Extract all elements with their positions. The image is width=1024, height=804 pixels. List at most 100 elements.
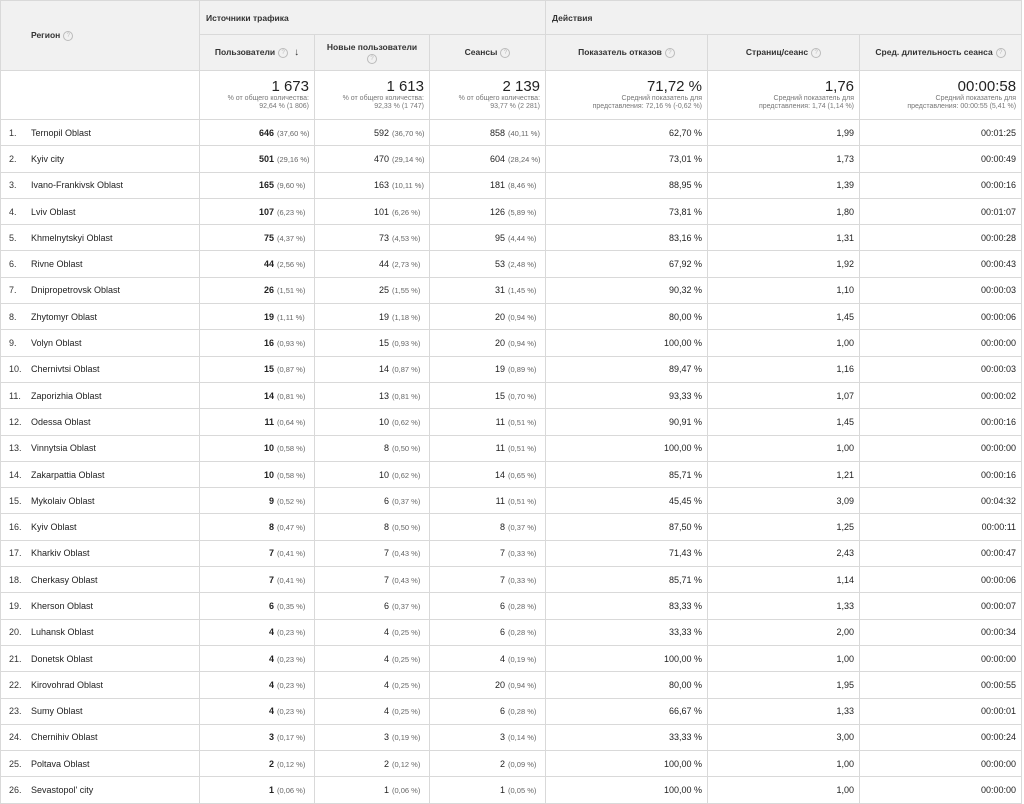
region-link[interactable]: Donetsk Oblast (31, 654, 93, 664)
table-row: 16. Kyiv Oblast 8 (0,47 %) 8 (0,50 %) 8 (0,3… (0, 513, 1023, 541)
region-link[interactable]: Kharkiv Oblast (31, 548, 90, 558)
bounce-rate-cell: 89,47 % (545, 355, 709, 383)
bounce-rate-column-header[interactable]: Показатель отказов? (545, 34, 709, 71)
region-cell[interactable]: 11. Zaporizhia Oblast (0, 381, 200, 410)
help-icon[interactable]: ? (664, 47, 675, 58)
region-link[interactable]: Poltava Oblast (31, 759, 90, 769)
users-cell: 44 (2,56 %) (199, 250, 315, 278)
region-cell[interactable]: 15. Mykolaiv Oblast (0, 487, 200, 515)
users-cell: 7 (0,41 %) (199, 539, 315, 568)
total-bounce-rate: 71,72 % Средний показатель для представлен… (545, 70, 709, 120)
users-cell: 646 (37,60 %) (199, 118, 315, 147)
pages-per-session-column-header[interactable]: Страниц/сеанс? (707, 34, 861, 71)
pages-per-session-cell: 1,14 (707, 566, 861, 594)
sessions-cell: 604 (28,24 %) (428, 145, 547, 173)
help-icon[interactable]: ? (500, 47, 511, 58)
region-link[interactable]: Chernihiv Oblast (31, 732, 98, 742)
region-link[interactable]: Sumy Oblast (31, 706, 83, 716)
region-link[interactable]: Kirovohrad Oblast (31, 680, 103, 690)
region-link[interactable]: Kherson Oblast (31, 601, 93, 611)
table-row: 2. Kyiv city 501 (29,16 %) 470 (29,14 %) 60… (0, 145, 1023, 173)
new-users-column-header[interactable]: Новые пользователи? (314, 34, 430, 71)
users-cell: 9 (0,52 %) (199, 487, 315, 515)
region-cell[interactable]: 18. Cherkasy Oblast (0, 566, 200, 594)
region-cell[interactable]: 23. Sumy Oblast (0, 697, 200, 725)
region-cell[interactable]: 9. Volyn Oblast (0, 329, 200, 357)
region-link[interactable]: Vinnytsia Oblast (31, 443, 96, 453)
region-cell[interactable]: 21. Donetsk Oblast (0, 644, 200, 673)
region-cell[interactable]: 4. Lviv Oblast (0, 197, 200, 226)
avg-duration-cell: 00:00:00 (859, 776, 1023, 804)
region-cell[interactable]: 1. Ternopil Oblast (0, 118, 200, 147)
help-icon[interactable]: ? (367, 53, 377, 64)
help-icon[interactable]: ? (811, 47, 822, 58)
sessions-cell: 6 (0,28 %) (428, 592, 547, 620)
new-users-cell: 10 (0,62 %) (314, 460, 430, 489)
pages-per-session-cell: 3,09 (707, 487, 861, 515)
region-link[interactable]: Luhansk Oblast (31, 627, 94, 637)
avg-duration-cell: 00:00:34 (859, 618, 1023, 646)
sessions-cell: 858 (40,11 %) (428, 118, 547, 147)
region-link[interactable]: Chernivtsi Oblast (31, 364, 100, 374)
region-cell[interactable]: 3. Ivano-Frankivsk Oblast (0, 171, 200, 199)
region-cell[interactable]: 22. Kirovohrad Oblast (0, 671, 200, 699)
region-link[interactable]: Cherkasy Oblast (31, 575, 98, 585)
region-cell[interactable]: 26. Sevastopol' city (0, 776, 200, 804)
region-cell[interactable]: 5. Khmelnytskyi Oblast (0, 224, 200, 252)
region-link[interactable]: Zhytomyr Oblast (31, 312, 97, 322)
region-cell[interactable]: 12. Odessa Oblast (0, 408, 200, 436)
region-link[interactable]: Zaporizhia Oblast (31, 391, 102, 401)
new-users-cell: 592 (36,70 %) (314, 118, 430, 147)
new-users-cell: 6 (0,37 %) (314, 592, 430, 620)
region-link[interactable]: Volyn Oblast (31, 338, 82, 348)
table-row: 6. Rivne Oblast 44 (2,56 %) 44 (2,73 %) 53(… (0, 250, 1023, 278)
avg-duration-cell: 00:00:03 (859, 355, 1023, 383)
region-link[interactable]: Ivano-Frankivsk Oblast (31, 180, 123, 190)
region-cell[interactable]: 16. Kyiv Oblast (0, 513, 200, 541)
users-cell: 14 (0,81 %) (199, 381, 315, 410)
avg-session-duration-column-header[interactable]: Сред. длительность сеанса? (859, 34, 1023, 71)
sessions-column-header[interactable]: Сеансы? (428, 34, 547, 71)
region-cell[interactable]: 19. Kherson Oblast (0, 592, 200, 620)
help-icon[interactable]: ? (278, 47, 289, 58)
region-cell[interactable]: 2. Kyiv city (0, 145, 200, 173)
region-link[interactable]: Ternopil Oblast (31, 128, 91, 138)
sessions-cell: 3 (0,14 %) (428, 723, 547, 752)
region-link[interactable]: Sevastopol' city (31, 785, 93, 795)
region-link[interactable]: Kyiv city (31, 154, 64, 164)
pages-per-session-cell: 1,33 (707, 697, 861, 725)
region-cell[interactable]: 20. Luhansk Oblast (0, 618, 200, 646)
region-cell[interactable]: 7. Dnipropetrovsk Oblast (0, 276, 200, 305)
region-link[interactable]: Dnipropetrovsk Oblast (31, 285, 120, 295)
region-cell[interactable]: 6. Rivne Oblast (0, 250, 200, 278)
sort-desc-icon[interactable]: ↓ (294, 47, 299, 58)
region-cell[interactable]: 14. Zakarpattia Oblast (0, 460, 200, 489)
region-cell[interactable]: 13. Vinnytsia Oblast (0, 434, 200, 462)
pages-per-session-cell: 1,92 (707, 250, 861, 278)
region-cell[interactable]: 24. Chernihiv Oblast (0, 723, 200, 752)
region-link[interactable]: Mykolaiv Oblast (31, 496, 95, 506)
new-users-cell: 4 (0,25 %) (314, 618, 430, 646)
region-column-header[interactable]: Регион? (0, 0, 200, 71)
region-link[interactable]: Kyiv Oblast (31, 522, 77, 532)
region-cell[interactable]: 8. Zhytomyr Oblast (0, 303, 200, 331)
region-link[interactable]: Zakarpattia Oblast (31, 470, 105, 480)
users-column-header[interactable]: Пользователи? ↓ (199, 34, 315, 71)
table-row: 5. Khmelnytskyi Oblast 75 (4,37 %) 73 (4,53… (0, 224, 1023, 252)
bounce-rate-cell: 88,95 % (545, 171, 709, 199)
region-link[interactable]: Khmelnytskyi Oblast (31, 233, 113, 243)
region-link[interactable]: Rivne Oblast (31, 259, 83, 269)
region-cell[interactable]: 25. Poltava Oblast (0, 750, 200, 778)
avg-duration-cell: 00:01:25 (859, 118, 1023, 147)
help-icon[interactable]: ? (995, 47, 1006, 58)
table-row: 14. Zakarpattia Oblast 10 (0,58 %) 10 (0,62… (0, 460, 1023, 489)
avg-duration-cell: 00:00:49 (859, 145, 1023, 173)
sessions-cell: 53 (2,48 %) (428, 250, 547, 278)
region-link[interactable]: Odessa Oblast (31, 417, 91, 427)
help-icon[interactable]: ? (63, 30, 74, 41)
region-cell[interactable]: 10. Chernivtsi Oblast (0, 355, 200, 383)
region-link[interactable]: Lviv Oblast (31, 207, 76, 217)
pages-per-session-cell: 1,16 (707, 355, 861, 383)
table-row: 11. Zaporizhia Oblast 14 (0,81 %) 13 (0,81 … (0, 381, 1023, 410)
region-cell[interactable]: 17. Kharkiv Oblast (0, 539, 200, 568)
